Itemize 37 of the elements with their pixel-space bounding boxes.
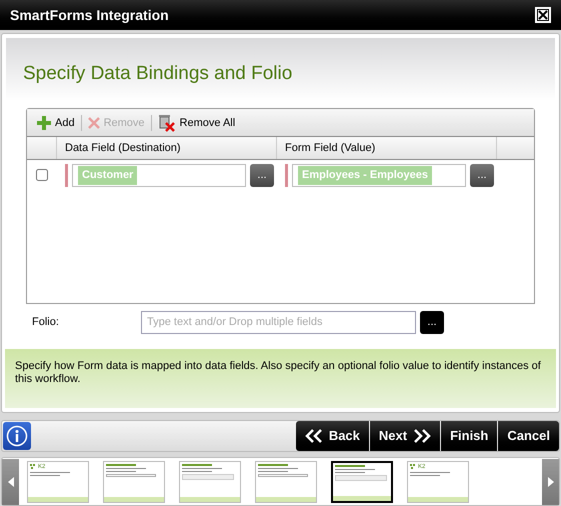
logo-icon: [30, 464, 36, 469]
plus-icon: [37, 116, 51, 130]
folio-label: Folio:: [31, 315, 60, 330]
close-button[interactable]: [535, 7, 551, 23]
nav-button[interactable]: Cancel: [498, 421, 559, 451]
scroll-left-button[interactable]: [2, 458, 19, 504]
page-thumbnail[interactable]: [103, 460, 165, 502]
cross-icon: [88, 116, 100, 129]
toolbar-button[interactable]: Remove All: [158, 114, 236, 132]
nav-button[interactable]: Next: [370, 421, 440, 451]
row-checkbox[interactable]: [36, 169, 48, 182]
window-title: SmartForms Integration: [10, 6, 169, 25]
arrow-left-icon: [8, 476, 14, 486]
page-thumbnail[interactable]: [179, 460, 241, 502]
browse-button[interactable]: ...: [250, 164, 274, 187]
double-chevron-left-icon: [304, 429, 323, 443]
toolbar-button[interactable]: Add: [37, 114, 75, 132]
page-thumbnail[interactable]: [255, 460, 317, 502]
arrow-right-icon: [548, 476, 554, 486]
help-text: Specify how Form data is mapped into data fields. Also specify an optional folio value to identify instances of this workflow.: [15, 360, 542, 386]
double-chevron-right-icon: [413, 429, 432, 443]
browse-button[interactable]: ...: [470, 164, 494, 187]
field-token: Customer: [78, 166, 138, 185]
logo-icon: [410, 464, 416, 469]
folio-field[interactable]: Type text and/or Drop multiple fields: [141, 310, 416, 334]
browse-button[interactable]: ...: [420, 310, 444, 334]
info-icon: [6, 425, 28, 447]
nav-button[interactable]: Back: [296, 421, 369, 451]
page-title: Specify Data Bindings and Folio: [23, 62, 292, 86]
page-thumbnail[interactable]: [331, 460, 393, 502]
field-token: Employees - Employees: [298, 166, 432, 185]
column-header: Form Field (Value): [285, 141, 376, 156]
info-button[interactable]: [3, 422, 31, 450]
trash-cross-icon: [158, 114, 176, 132]
nav-button[interactable]: Finish: [441, 421, 498, 451]
scroll-right-button[interactable]: [542, 458, 559, 504]
column-header: Data Field (Destination): [65, 141, 181, 156]
